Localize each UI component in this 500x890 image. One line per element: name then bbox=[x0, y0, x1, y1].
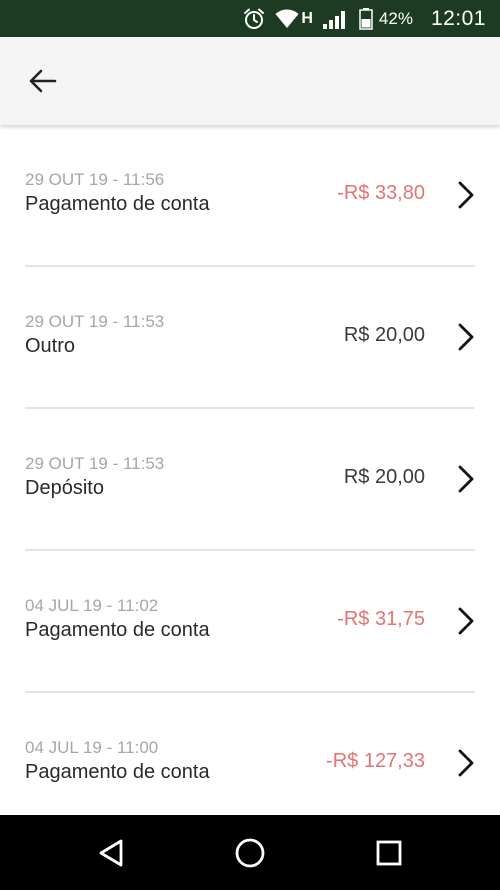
transaction-description: Outro bbox=[25, 335, 76, 357]
nav-recents-button[interactable] bbox=[365, 833, 413, 873]
recents-square-icon bbox=[376, 840, 402, 866]
transaction-row[interactable]: 04 JUL 19 - 11:02 Pagamento de conta -R$… bbox=[25, 551, 475, 693]
back-triangle-icon bbox=[99, 839, 123, 867]
transaction-amount: -R$ 127,33 bbox=[326, 750, 425, 772]
nav-back-button[interactable] bbox=[87, 833, 135, 873]
chevron-right-icon bbox=[458, 749, 474, 777]
status-clock: 12:01 bbox=[430, 6, 486, 30]
transaction-amount: R$ 20,00 bbox=[343, 324, 425, 346]
arrow-left-icon bbox=[29, 69, 57, 93]
transaction-row[interactable]: 29 OUT 19 - 11:56 Pagamento de conta -R$… bbox=[25, 125, 475, 267]
wifi-icon: H bbox=[275, 9, 313, 29]
nav-home-button[interactable] bbox=[226, 833, 274, 873]
alarm-icon bbox=[243, 8, 265, 30]
battery-percent: 42% bbox=[378, 8, 413, 28]
transaction-row[interactable]: 04 JUL 19 - 11:00 Pagamento de conta -R$… bbox=[25, 693, 475, 815]
chevron-right-icon bbox=[458, 323, 474, 351]
transaction-amount: -R$ 31,75 bbox=[337, 608, 425, 630]
network-type-label: H bbox=[301, 9, 313, 27]
transaction-description: Depósito bbox=[25, 477, 104, 499]
transaction-list: 29 OUT 19 - 11:56 Pagamento de conta -R$… bbox=[0, 125, 500, 815]
transaction-amount: R$ 20,00 bbox=[343, 466, 425, 488]
battery-icon: 42% bbox=[359, 7, 413, 30]
transaction-row[interactable]: 29 OUT 19 - 11:53 Depósito R$ 20,00 bbox=[25, 409, 475, 551]
back-button[interactable] bbox=[16, 58, 70, 104]
chevron-right-icon bbox=[458, 465, 474, 493]
home-circle-icon bbox=[235, 838, 265, 868]
transaction-date: 29 OUT 19 - 11:53 bbox=[25, 454, 165, 473]
transaction-description: Pagamento de conta bbox=[25, 761, 210, 783]
app-bar bbox=[0, 37, 500, 125]
transaction-description: Pagamento de conta bbox=[25, 193, 210, 215]
transaction-row[interactable]: 29 OUT 19 - 11:53 Outro R$ 20,00 bbox=[25, 267, 475, 409]
signal-icon bbox=[322, 9, 349, 29]
transaction-date: 04 JUL 19 - 11:02 bbox=[25, 596, 159, 615]
transaction-date: 04 JUL 19 - 11:00 bbox=[25, 738, 159, 757]
transaction-description: Pagamento de conta bbox=[25, 619, 210, 641]
chevron-right-icon bbox=[458, 181, 474, 209]
system-nav-bar bbox=[0, 815, 500, 890]
transaction-amount: -R$ 33,80 bbox=[337, 182, 425, 204]
transaction-date: 29 OUT 19 - 11:53 bbox=[25, 312, 165, 331]
status-bar: H 42% 12:01 bbox=[0, 0, 500, 37]
chevron-right-icon bbox=[458, 607, 474, 635]
transaction-date: 29 OUT 19 - 11:56 bbox=[25, 170, 165, 189]
